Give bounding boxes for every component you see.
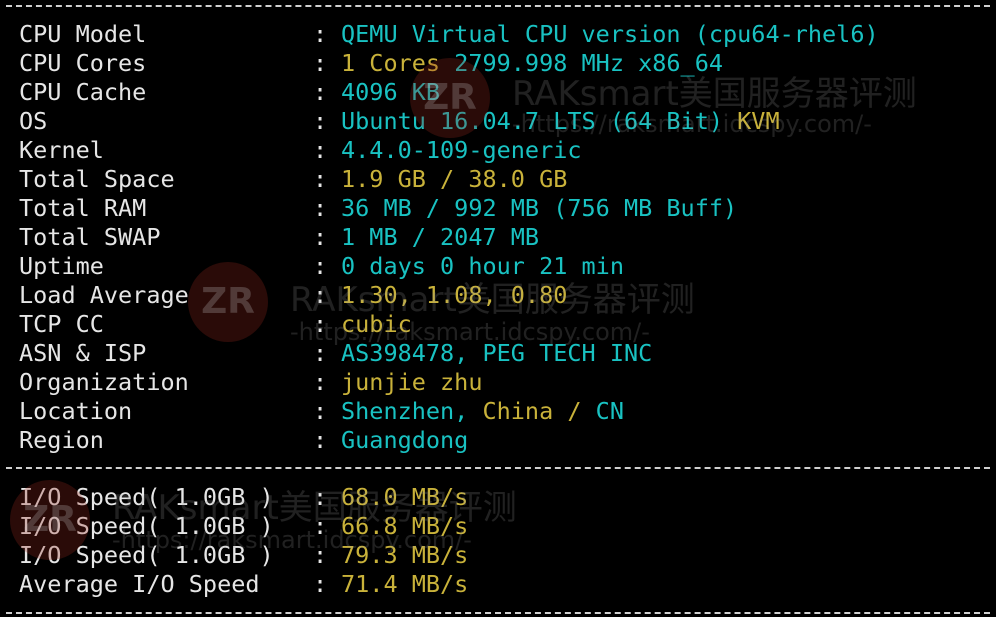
colon: : — [313, 541, 328, 569]
info-label: Total SWAP — [19, 223, 161, 251]
info-value: 4.4.0-109-generic — [341, 136, 582, 165]
colon: : — [313, 368, 328, 396]
info-value-part: 2799.998 MHz x86_64 — [454, 49, 724, 77]
colon: : — [313, 570, 328, 598]
colon: : — [313, 165, 328, 193]
colon: : — [313, 281, 328, 309]
info-value: cubic — [341, 310, 412, 339]
info-label: Load Average — [19, 281, 189, 309]
info-label: ASN & ISP — [19, 339, 147, 367]
watermark-logo: ZR — [188, 262, 268, 342]
info-value: Shenzhen, China / CN — [341, 397, 624, 426]
info-value: junjie zhu — [341, 368, 482, 397]
colon: : — [313, 136, 328, 164]
colon: : — [313, 310, 328, 338]
colon: : — [313, 512, 328, 540]
info-label: CPU Cache — [19, 78, 147, 106]
separator-line — [6, 467, 990, 469]
info-value: 1.9 GB / 38.0 GB — [341, 165, 567, 194]
colon: : — [313, 194, 328, 222]
info-value: 1.30, 1.08, 0.80 — [341, 281, 567, 310]
info-value: Ubuntu 16.04.7 LTS (64 Bit) KVM — [341, 107, 780, 136]
io-value: 79.3 MB/s — [341, 541, 469, 569]
info-value-part: 1.30, 1.08, 0.80 — [341, 281, 568, 309]
info-label: Region — [19, 426, 104, 454]
info-label: CPU Model — [19, 20, 147, 48]
colon: : — [313, 483, 328, 511]
colon: : — [313, 397, 328, 425]
io-label: Average I/O Speed — [19, 570, 260, 598]
info-label: OS — [19, 107, 48, 135]
info-value-part: Ubuntu 16.04.7 LTS (64 Bit) — [341, 107, 738, 135]
colon: : — [313, 78, 328, 106]
info-value: 1 MB / 2047 MB — [341, 223, 539, 252]
info-value: AS398478, PEG TECH INC — [341, 339, 652, 368]
info-label: Total RAM — [19, 194, 147, 222]
info-value-part: 1 MB / 2047 MB — [341, 223, 540, 251]
info-value: 0 days 0 hour 21 min — [341, 252, 624, 281]
io-value: 66.8 MB/s — [341, 512, 469, 540]
io-value: 68.0 MB/s — [341, 483, 469, 511]
info-value-part: 1.9 GB / 38.0 GB — [341, 165, 568, 193]
info-value-part: QEMU Virtual CPU version (cpu64-rhel6) — [341, 20, 879, 48]
io-value: 71.4 MB/s — [341, 570, 469, 598]
terminal-window: CPU Model: QEMU Virtual CPU version (cpu6… — [0, 0, 996, 617]
separator-line — [6, 5, 990, 7]
info-label: Total Space — [19, 165, 175, 193]
info-value-part: 0 days 0 hour 21 min — [341, 252, 624, 280]
colon: : — [313, 339, 328, 367]
info-label: TCP CC — [19, 310, 104, 338]
info-label: Kernel — [19, 136, 104, 164]
colon: : — [313, 20, 328, 48]
colon: : — [313, 49, 328, 77]
info-label: Location — [19, 397, 133, 425]
info-label: Uptime — [19, 252, 104, 280]
info-value-part: CN — [595, 397, 624, 425]
info-label: Organization — [19, 368, 189, 396]
colon: : — [313, 223, 328, 251]
colon: : — [313, 107, 328, 135]
info-value-part: 36 MB / 992 MB (756 MB Buff) — [341, 194, 738, 222]
info-value-part: 4.4.0-109-generic — [341, 136, 582, 164]
info-value-part: KVM — [737, 107, 780, 135]
info-value: Guangdong — [341, 426, 468, 455]
info-value: 36 MB / 992 MB (756 MB Buff) — [341, 194, 737, 223]
watermark-logo: ZR — [10, 480, 90, 560]
separator-line — [6, 612, 990, 614]
info-value-part: cubic — [341, 310, 412, 338]
info-value: QEMU Virtual CPU version (cpu64-rhel6) — [341, 20, 879, 49]
info-value: 1 Cores 2799.998 MHz x86_64 — [341, 49, 723, 78]
colon: : — [313, 252, 328, 280]
info-value-part: junjie zhu — [341, 368, 483, 396]
watermark-logo: ZR — [410, 58, 490, 138]
colon: : — [313, 426, 328, 454]
info-label: CPU Cores — [19, 49, 147, 77]
info-value-part: Guangdong — [341, 426, 469, 454]
info-value-part: China / — [482, 397, 596, 425]
info-value-part: AS398478, PEG TECH INC — [341, 339, 653, 367]
info-value-part: Shenzhen, — [341, 397, 483, 425]
